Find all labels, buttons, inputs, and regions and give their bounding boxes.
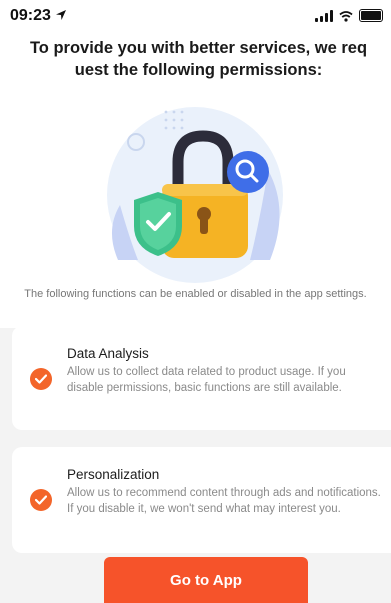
status-bar: 09:23 (0, 0, 391, 34)
permission-title: Data Analysis (67, 346, 149, 361)
permission-card-data-analysis[interactable]: Data Analysis Allow us to collect data r… (12, 326, 391, 430)
settings-hint: The following functions can be enabled o… (24, 288, 367, 300)
clock-text: 09:23 (10, 7, 51, 24)
check-icon[interactable] (30, 368, 52, 390)
wifi-icon (339, 11, 353, 22)
status-icons (315, 9, 383, 22)
page-title: To provide you with better services, we … (29, 39, 368, 79)
permission-description: Allow us to recommend content through ad… (67, 487, 381, 515)
go-to-app-button[interactable]: Go to App (104, 557, 308, 603)
signal-icon (315, 10, 333, 22)
battery-icon (359, 9, 383, 22)
permissions-illustration (107, 102, 283, 283)
permission-card-personalization[interactable]: Personalization Allow us to recommend co… (12, 447, 391, 553)
header-area: To provide you with better services, we … (0, 34, 391, 328)
permission-description: Allow us to collect data related to prod… (67, 366, 346, 394)
search-icon (227, 151, 269, 193)
cloud-icon (245, 102, 274, 118)
check-icon[interactable] (30, 489, 52, 511)
location-arrow-icon (56, 10, 67, 20)
status-time: 09:23 (10, 7, 67, 25)
permission-title: Personalization (67, 467, 160, 482)
